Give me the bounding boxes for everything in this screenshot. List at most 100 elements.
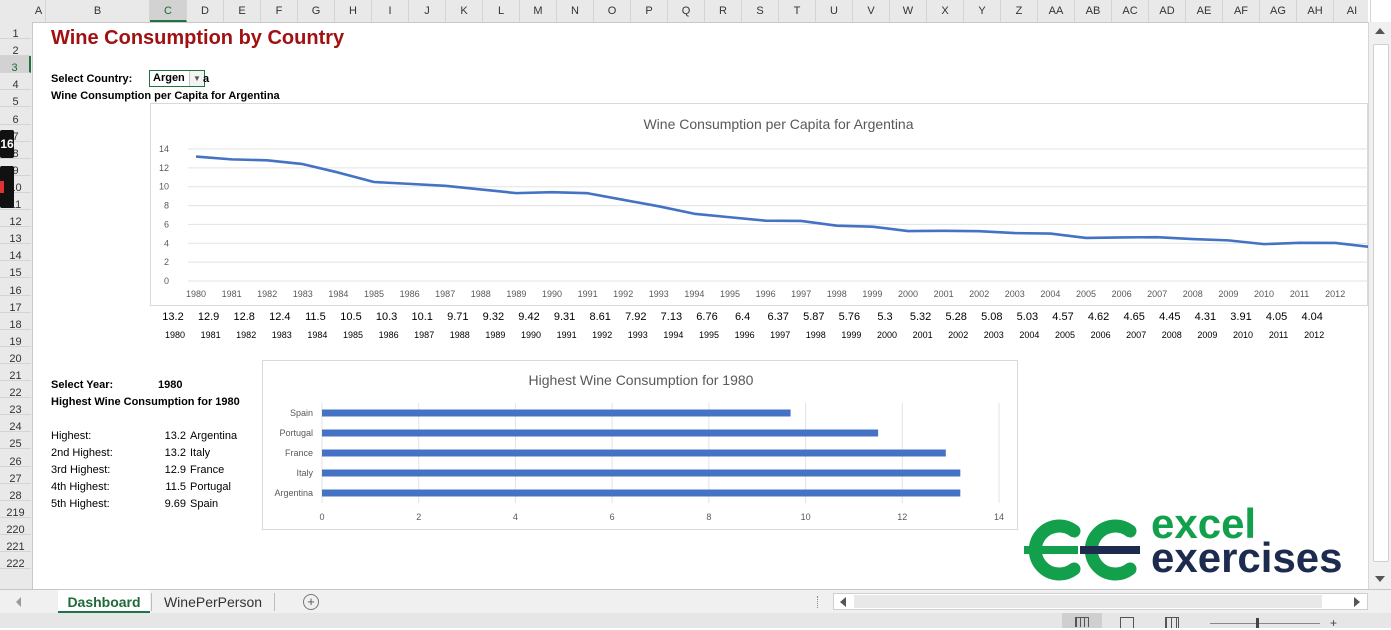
- year-cell[interactable]: 2000: [869, 330, 905, 340]
- vertical-scrollbar[interactable]: [1368, 22, 1391, 589]
- year-cell[interactable]: 1981: [193, 330, 229, 340]
- year-cell[interactable]: 2003: [976, 330, 1012, 340]
- column-header-x[interactable]: X: [927, 0, 964, 22]
- row-header-4[interactable]: 4: [0, 73, 31, 90]
- year-cell[interactable]: 1993: [620, 330, 656, 340]
- value-cell[interactable]: 5.28: [938, 311, 974, 323]
- column-header-a[interactable]: A: [32, 0, 46, 22]
- row-header-219[interactable]: 219: [0, 501, 31, 518]
- column-header-y[interactable]: Y: [964, 0, 1001, 22]
- column-header-ah[interactable]: AH: [1297, 0, 1334, 22]
- year-cell[interactable]: 2005: [1047, 330, 1083, 340]
- value-cell[interactable]: 5.08: [974, 311, 1010, 323]
- row-header-26[interactable]: 26: [0, 450, 31, 467]
- year-cell[interactable]: 1995: [691, 330, 727, 340]
- value-cell[interactable]: 5.76: [831, 311, 867, 323]
- year-cell[interactable]: 1996: [727, 330, 763, 340]
- year-cell[interactable]: 1999: [833, 330, 869, 340]
- year-cell[interactable]: 2009: [1189, 330, 1225, 340]
- value-cell[interactable]: 12.4: [262, 311, 298, 323]
- tab-dashboard[interactable]: Dashboard: [58, 590, 150, 614]
- scroll-up-icon[interactable]: [1375, 28, 1385, 34]
- column-header-g[interactable]: G: [298, 0, 335, 22]
- value-cell[interactable]: 6.4: [725, 311, 761, 323]
- value-cell[interactable]: 9.32: [475, 311, 511, 323]
- year-cell[interactable]: 2010: [1225, 330, 1261, 340]
- value-cell[interactable]: 5.3: [867, 311, 903, 323]
- column-header-k[interactable]: K: [446, 0, 483, 22]
- year-cell[interactable]: 1998: [798, 330, 834, 340]
- year-cell[interactable]: 1986: [371, 330, 407, 340]
- year-cell[interactable]: 1982: [228, 330, 264, 340]
- column-header-ag[interactable]: AG: [1260, 0, 1297, 22]
- column-header-o[interactable]: O: [594, 0, 631, 22]
- tab-scroll-left-icon[interactable]: [16, 597, 21, 607]
- page-break-view-icon[interactable]: [1165, 617, 1179, 628]
- value-cell[interactable]: 5.87: [796, 311, 832, 323]
- row-header-15[interactable]: 15: [0, 261, 31, 278]
- year-cell[interactable]: 1989: [477, 330, 513, 340]
- column-header-aa[interactable]: AA: [1038, 0, 1075, 22]
- normal-view-icon[interactable]: [1062, 613, 1102, 628]
- year-cell[interactable]: 2001: [905, 330, 941, 340]
- column-header-l[interactable]: L: [483, 0, 520, 22]
- column-header-b[interactable]: B: [46, 0, 150, 22]
- row-header-14[interactable]: 14: [0, 244, 31, 261]
- tab-wineperperson[interactable]: WinePerPerson: [153, 590, 273, 614]
- row-header-13[interactable]: 13: [0, 227, 31, 244]
- scroll-right-icon[interactable]: [1354, 597, 1360, 607]
- value-cell[interactable]: 6.76: [689, 311, 725, 323]
- column-header-q[interactable]: Q: [668, 0, 705, 22]
- vertical-scroll-thumb[interactable]: [1373, 44, 1389, 562]
- column-header-ai[interactable]: AI: [1334, 0, 1371, 22]
- year-cell[interactable]: 1990: [513, 330, 549, 340]
- value-cell[interactable]: 9.31: [547, 311, 583, 323]
- column-header-p[interactable]: P: [631, 0, 668, 22]
- column-header-r[interactable]: R: [705, 0, 742, 22]
- year-cell[interactable]: 1991: [549, 330, 585, 340]
- row-header-2[interactable]: 2: [0, 39, 31, 56]
- column-header-m[interactable]: M: [520, 0, 557, 22]
- value-cell[interactable]: 4.62: [1081, 311, 1117, 323]
- column-header-h[interactable]: H: [335, 0, 372, 22]
- row-header-17[interactable]: 17: [0, 296, 31, 313]
- year-cell[interactable]: 1997: [762, 330, 798, 340]
- year-cell[interactable]: 1984: [299, 330, 335, 340]
- year-cell[interactable]: 1985: [335, 330, 371, 340]
- select-year-value[interactable]: 1980: [158, 379, 182, 391]
- row-header-21[interactable]: 21: [0, 364, 31, 381]
- column-header-t[interactable]: T: [779, 0, 816, 22]
- value-cell[interactable]: 12.9: [191, 311, 227, 323]
- value-cell[interactable]: 7.92: [618, 311, 654, 323]
- year-cell[interactable]: 1992: [584, 330, 620, 340]
- row-header-12[interactable]: 12: [0, 210, 31, 227]
- bar-chart[interactable]: Highest Wine Consumption for 1980 024681…: [262, 360, 1018, 530]
- column-header-v[interactable]: V: [853, 0, 890, 22]
- value-cell[interactable]: 5.32: [903, 311, 939, 323]
- column-header-u[interactable]: U: [816, 0, 853, 22]
- year-cell[interactable]: 1988: [442, 330, 478, 340]
- zoom-slider[interactable]: [1210, 623, 1320, 624]
- horizontal-scroll-thumb[interactable]: [854, 595, 1322, 608]
- year-cell[interactable]: 2011: [1261, 330, 1297, 340]
- row-header-20[interactable]: 20: [0, 347, 31, 364]
- column-header-ab[interactable]: AB: [1075, 0, 1112, 22]
- year-cell[interactable]: 2008: [1154, 330, 1190, 340]
- row-header-23[interactable]: 23: [0, 398, 31, 415]
- year-cell[interactable]: 1983: [264, 330, 300, 340]
- chevron-down-icon[interactable]: ▼: [189, 71, 204, 86]
- value-cell[interactable]: 10.3: [369, 311, 405, 323]
- row-header-1[interactable]: 1: [0, 22, 31, 39]
- value-cell[interactable]: 4.65: [1116, 311, 1152, 323]
- row-header-220[interactable]: 220: [0, 518, 31, 535]
- year-cell[interactable]: 2006: [1083, 330, 1119, 340]
- value-cell[interactable]: 9.71: [440, 311, 476, 323]
- value-cell[interactable]: 8.61: [582, 311, 618, 323]
- year-cell[interactable]: 2007: [1118, 330, 1154, 340]
- column-header-n[interactable]: N: [557, 0, 594, 22]
- scroll-left-icon[interactable]: [840, 597, 846, 607]
- value-cell[interactable]: 4.04: [1294, 311, 1330, 323]
- column-header-i[interactable]: I: [372, 0, 409, 22]
- tab-split-handle[interactable]: [817, 596, 821, 608]
- value-cell[interactable]: 4.05: [1259, 311, 1295, 323]
